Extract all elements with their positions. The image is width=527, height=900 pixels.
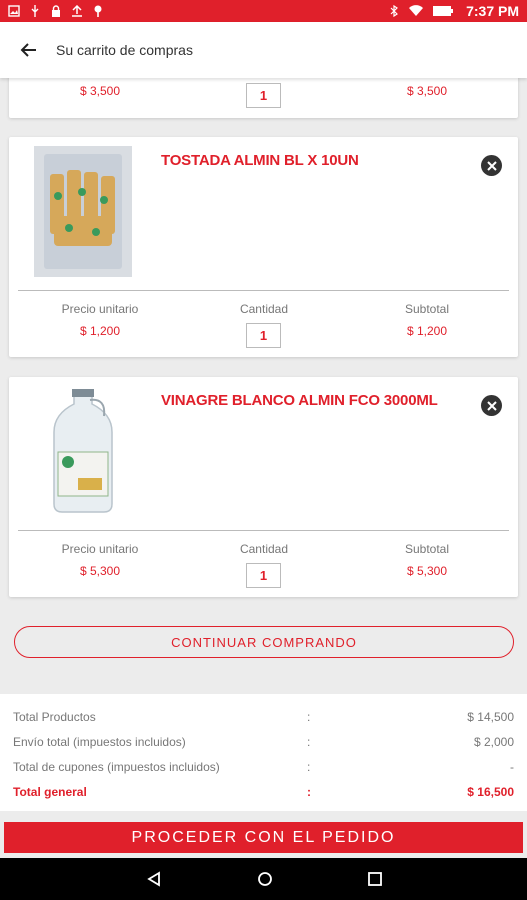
cart-item-card: VINAGRE BLANCO ALMIN FCO 3000ML Precio u… — [9, 377, 518, 597]
quantity-label: Cantidad — [239, 542, 289, 556]
continue-shopping-button[interactable]: CONTINUAR COMPRANDO — [14, 626, 514, 658]
subtotal-value: $ 5,300 — [406, 564, 448, 578]
app-bar: Su carrito de compras — [0, 22, 527, 78]
product-name: VINAGRE BLANCO ALMIN FCO 3000ML — [161, 392, 438, 409]
product-image — [33, 145, 133, 278]
quantity-input[interactable]: 1 — [246, 323, 281, 348]
totals-separator: : — [307, 760, 311, 774]
nav-home-icon[interactable] — [257, 871, 273, 887]
quantity-label: Cantidad — [239, 302, 289, 316]
unit-price-value: $ 3,500 — [79, 84, 121, 98]
order-totals: Total Productos : $ 14,500 Envío total (… — [0, 694, 527, 811]
totals-value: - — [510, 760, 514, 774]
status-bar: 7:37 PM — [0, 0, 527, 22]
subtotal-value: $ 1,200 — [406, 324, 448, 338]
totals-row-coupons: Total de cupones (impuestos incluidos) :… — [13, 754, 514, 779]
totals-label: Envío total (impuestos incluidos) — [13, 735, 186, 749]
remove-item-button[interactable] — [481, 395, 502, 416]
unit-price-value: $ 5,300 — [79, 564, 121, 578]
close-icon — [486, 400, 497, 411]
close-icon — [486, 160, 497, 171]
page-title: Su carrito de compras — [56, 42, 193, 58]
battery-icon — [433, 6, 454, 16]
cart-item-card: TOSTADA ALMIN BL X 10UN Precio unitario … — [9, 137, 518, 357]
totals-row-shipping: Envío total (impuestos incluidos) : $ 2,… — [13, 729, 514, 754]
quantity-input[interactable]: 1 — [246, 563, 281, 588]
totals-value: $ 14,500 — [467, 710, 514, 724]
image-icon — [8, 5, 20, 17]
totals-value: $ 2,000 — [473, 735, 514, 749]
arrow-left-icon — [20, 43, 36, 57]
status-time: 7:37 PM — [466, 3, 519, 19]
totals-row-products: Total Productos : $ 14,500 — [13, 704, 514, 729]
totals-label: Total general — [13, 785, 87, 799]
bluetooth-icon — [390, 5, 399, 17]
back-button[interactable] — [0, 22, 56, 78]
totals-separator: : — [307, 735, 311, 749]
totals-label: Total Productos — [13, 710, 96, 724]
quantity-input[interactable]: 1 — [246, 83, 281, 108]
upload-icon — [72, 5, 82, 17]
unit-price-value: $ 1,200 — [79, 324, 121, 338]
totals-row-grand-total: Total general : $ 16,500 — [13, 779, 514, 804]
remove-item-button[interactable] — [481, 155, 502, 176]
unit-price-label: Precio unitario — [61, 302, 139, 316]
system-nav-bar — [0, 858, 527, 900]
wifi-icon — [409, 5, 424, 17]
subtotal-label: Subtotal — [404, 542, 450, 556]
unit-price-label: Precio unitario — [61, 542, 139, 556]
subtotal-label: Subtotal — [404, 302, 450, 316]
totals-separator: : — [307, 710, 311, 724]
product-image — [33, 385, 133, 518]
nav-recents-icon[interactable] — [367, 872, 382, 886]
divider — [18, 290, 509, 291]
usb-icon — [31, 5, 39, 17]
product-name: TOSTADA ALMIN BL X 10UN — [161, 152, 359, 169]
totals-value: $ 16,500 — [467, 785, 514, 799]
totals-separator: : — [307, 785, 311, 799]
proceed-order-button[interactable]: PROCEDER CON EL PEDIDO — [4, 822, 523, 853]
totals-label: Total de cupones (impuestos incluidos) — [13, 760, 220, 774]
pin-icon — [94, 5, 102, 17]
subtotal-value: $ 3,500 — [406, 84, 448, 98]
lock-icon — [52, 5, 60, 17]
divider — [18, 530, 509, 531]
nav-back-icon[interactable] — [146, 871, 162, 887]
